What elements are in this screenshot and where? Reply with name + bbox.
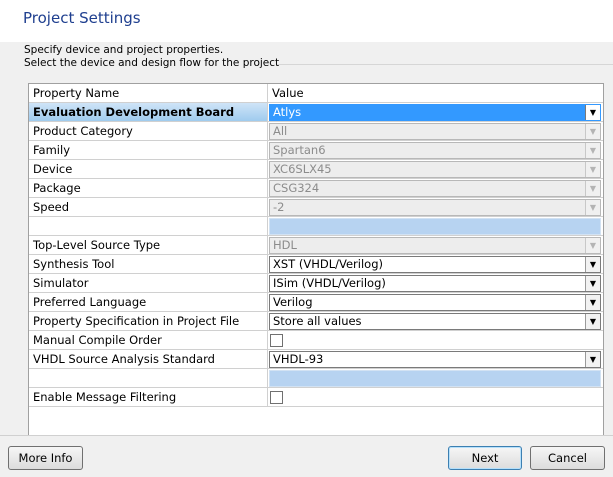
group-separator xyxy=(277,64,613,65)
top-level-source-dropdown: HDL ▼ xyxy=(269,237,601,254)
dropdown-value: Atlys xyxy=(273,105,302,119)
next-button[interactable]: Next xyxy=(448,446,522,470)
property-table: Property Name Value Evaluation Developme… xyxy=(28,83,604,450)
device-dropdown: XC6SLX45 ▼ xyxy=(269,161,601,178)
dropdown-value: XC6SLX45 xyxy=(273,162,332,176)
property-name: Package xyxy=(29,179,268,198)
chevron-down-icon[interactable]: ▼ xyxy=(585,276,600,291)
chevron-down-icon[interactable]: ▼ xyxy=(585,257,600,272)
chevron-down-icon: ▼ xyxy=(585,181,600,196)
table-row xyxy=(29,369,603,388)
dropdown-value: Store all values xyxy=(273,314,362,328)
board-dropdown[interactable]: Atlys ▼ xyxy=(269,104,601,121)
property-name: Manual Compile Order xyxy=(29,331,268,350)
description-line-1: Specify device and project properties. xyxy=(24,44,224,56)
property-name: Family xyxy=(29,141,268,160)
table-row: Speed -2 ▼ xyxy=(29,198,603,217)
property-name-empty xyxy=(29,217,268,236)
page-title: Project Settings xyxy=(23,9,141,27)
property-spec-dropdown[interactable]: Store all values ▼ xyxy=(269,313,601,330)
chevron-down-icon[interactable]: ▼ xyxy=(585,352,600,367)
wizard-header: Project Settings xyxy=(0,0,613,42)
description-line-2: Select the device and design flow for th… xyxy=(24,57,280,69)
chevron-down-icon[interactable]: ▼ xyxy=(585,105,600,120)
property-name: Evaluation Development Board xyxy=(29,103,268,122)
table-row[interactable]: Synthesis Tool XST (VHDL/Verilog) ▼ xyxy=(29,255,603,274)
preferred-language-dropdown[interactable]: Verilog ▼ xyxy=(269,294,601,311)
simulator-dropdown[interactable]: ISim (VHDL/Verilog) ▼ xyxy=(269,275,601,292)
dropdown-value: HDL xyxy=(273,238,297,252)
family-dropdown: Spartan6 ▼ xyxy=(269,142,601,159)
chevron-down-icon: ▼ xyxy=(585,238,600,253)
enable-message-filtering-checkbox[interactable] xyxy=(270,391,283,404)
manual-compile-order-checkbox[interactable] xyxy=(270,334,283,347)
chevron-down-icon[interactable]: ▼ xyxy=(585,295,600,310)
property-name: Property Specification in Project File xyxy=(29,312,268,331)
column-header-property-name: Property Name xyxy=(29,84,268,103)
wizard-content: Specify device and project properties. S… xyxy=(0,42,613,450)
table-row: Product Category All ▼ xyxy=(29,122,603,141)
property-name: Preferred Language xyxy=(29,293,268,312)
cancel-button[interactable]: Cancel xyxy=(530,446,605,470)
dropdown-value: ISim (VHDL/Verilog) xyxy=(273,276,386,290)
synthesis-tool-dropdown[interactable]: XST (VHDL/Verilog) ▼ xyxy=(269,256,601,273)
table-row: Family Spartan6 ▼ xyxy=(29,141,603,160)
dropdown-value: Spartan6 xyxy=(273,143,326,157)
property-name: Synthesis Tool xyxy=(29,255,268,274)
property-name: Device xyxy=(29,160,268,179)
table-row[interactable]: VHDL Source Analysis Standard VHDL-93 ▼ xyxy=(29,350,603,369)
property-name: Top-Level Source Type xyxy=(29,236,268,255)
table-row[interactable]: Manual Compile Order xyxy=(29,331,603,350)
column-header-value: Value xyxy=(268,84,603,103)
empty-value-cell xyxy=(269,218,601,235)
table-row: Package CSG324 ▼ xyxy=(29,179,603,198)
dropdown-value: All xyxy=(273,124,288,138)
dropdown-value: -2 xyxy=(273,200,285,214)
table-row: Top-Level Source Type HDL ▼ xyxy=(29,236,603,255)
property-name: Simulator xyxy=(29,274,268,293)
table-row[interactable]: Enable Message Filtering xyxy=(29,388,603,407)
package-dropdown: CSG324 ▼ xyxy=(269,180,601,197)
property-name: Product Category xyxy=(29,122,268,141)
chevron-down-icon: ▼ xyxy=(585,162,600,177)
property-name: VHDL Source Analysis Standard xyxy=(29,350,268,369)
empty-value-cell xyxy=(269,370,601,387)
dropdown-value: Verilog xyxy=(273,295,313,309)
speed-dropdown: -2 ▼ xyxy=(269,199,601,216)
table-row[interactable]: Evaluation Development Board Atlys ▼ xyxy=(29,103,603,122)
table-row xyxy=(29,217,603,236)
dropdown-value: XST (VHDL/Verilog) xyxy=(273,257,383,271)
chevron-down-icon: ▼ xyxy=(585,143,600,158)
property-name: Speed xyxy=(29,198,268,217)
chevron-down-icon: ▼ xyxy=(585,124,600,139)
chevron-down-icon[interactable]: ▼ xyxy=(585,314,600,329)
more-info-button[interactable]: More Info xyxy=(8,446,83,470)
vhdl-standard-dropdown[interactable]: VHDL-93 ▼ xyxy=(269,351,601,368)
table-row: Device XC6SLX45 ▼ xyxy=(29,160,603,179)
table-header-row: Property Name Value xyxy=(29,84,603,103)
table-row[interactable]: Simulator ISim (VHDL/Verilog) ▼ xyxy=(29,274,603,293)
dropdown-value: CSG324 xyxy=(273,181,320,195)
chevron-down-icon: ▼ xyxy=(585,200,600,215)
dropdown-value: VHDL-93 xyxy=(273,352,324,366)
property-name-empty xyxy=(29,369,268,388)
table-row[interactable]: Property Specification in Project File S… xyxy=(29,312,603,331)
wizard-footer: More Info Next Cancel xyxy=(0,436,613,477)
table-row[interactable]: Preferred Language Verilog ▼ xyxy=(29,293,603,312)
product-category-dropdown: All ▼ xyxy=(269,123,601,140)
property-name: Enable Message Filtering xyxy=(29,388,268,407)
